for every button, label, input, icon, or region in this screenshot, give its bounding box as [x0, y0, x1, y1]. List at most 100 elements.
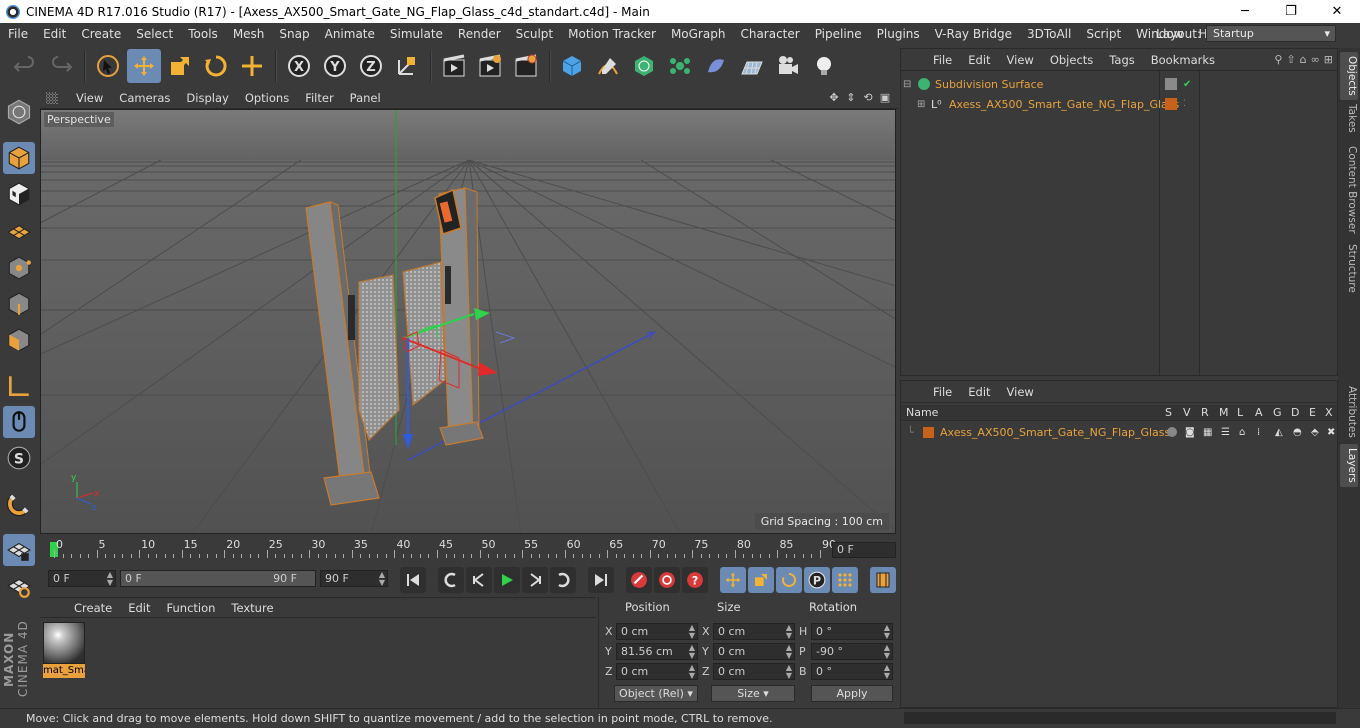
- apply-button[interactable]: Apply: [811, 685, 893, 702]
- coordinate-system-icon[interactable]: [390, 49, 424, 83]
- next-frame-icon[interactable]: [522, 567, 548, 593]
- texture-mode-icon[interactable]: [3, 178, 35, 210]
- frame-ruler[interactable]: 0 5 10 15 20 25 30 35 40 45 50 55 60 65 70 75 80 85 90: [50, 538, 836, 560]
- collapse-icon[interactable]: ⊟: [903, 79, 915, 90]
- material-swatch[interactable]: mat_Sma: [43, 622, 85, 678]
- col-deformers[interactable]: D: [1291, 406, 1299, 419]
- object-row-axess-gate[interactable]: ⊞ L⁰ Axess_AX500_Smart_Gate_NG_Flap_Glas…: [903, 94, 1337, 114]
- menu-sculpt[interactable]: Sculpt: [508, 27, 560, 41]
- menu-tools[interactable]: Tools: [180, 27, 225, 41]
- size-z-field[interactable]: 0 cm ▲ ▼: [713, 663, 795, 680]
- expand-icon[interactable]: ⊞: [917, 99, 929, 110]
- current-frame-readout[interactable]: 0 F: [832, 542, 896, 558]
- menu-3dtoall[interactable]: 3DToAll: [1019, 27, 1078, 41]
- key-position-icon[interactable]: [720, 567, 746, 593]
- rot-p-field[interactable]: -90 ° ▲ ▼: [811, 643, 893, 660]
- pen-spline-icon[interactable]: [591, 49, 625, 83]
- subdivision-surface-icon[interactable]: [627, 49, 661, 83]
- panel-grip-icon[interactable]: [46, 92, 58, 104]
- material-menu-function[interactable]: Function: [159, 601, 224, 615]
- polygons-mode-icon[interactable]: [3, 324, 35, 356]
- col-generators[interactable]: G: [1273, 406, 1282, 419]
- timeline-ruler[interactable]: 0 5 10 15 20 25 30 35 40 45 50 55 60 65 70 75 80 85 90 0 F: [40, 534, 898, 562]
- pos-y-field[interactable]: 81.56 cm ▲ ▼: [616, 643, 698, 660]
- xref-icon[interactable]: ✖: [1327, 427, 1335, 438]
- pos-z-field[interactable]: 0 cm ▲ ▼: [616, 663, 698, 680]
- menu-script[interactable]: Script: [1078, 27, 1128, 41]
- object-menu-bookmarks[interactable]: Bookmarks: [1143, 53, 1223, 67]
- workplane-mode-icon[interactable]: [3, 214, 35, 246]
- render-view-icon[interactable]: [437, 49, 471, 83]
- material-menu-create[interactable]: Create: [66, 601, 120, 615]
- col-manager[interactable]: M: [1219, 406, 1229, 419]
- orbit-icon[interactable]: ⟲: [861, 91, 875, 105]
- points-mode-icon[interactable]: [3, 252, 35, 284]
- make-editable-icon[interactable]: [3, 96, 35, 128]
- cloner-icon[interactable]: [663, 49, 697, 83]
- viewport-menu-options[interactable]: Options: [237, 91, 297, 105]
- manager-list-icon[interactable]: ☰: [1221, 427, 1230, 438]
- col-expressions[interactable]: E: [1309, 406, 1316, 419]
- size-mode-dropdown[interactable]: Size ▾: [711, 685, 795, 702]
- snapping-icon[interactable]: [3, 488, 35, 520]
- previous-key-icon[interactable]: [438, 567, 464, 593]
- tab-takes[interactable]: Takes: [1340, 100, 1358, 137]
- render-settings-icon[interactable]: [509, 49, 543, 83]
- home-icon[interactable]: ⌂: [1300, 53, 1307, 66]
- go-to-start-icon[interactable]: [400, 567, 426, 593]
- edges-mode-icon[interactable]: [3, 288, 35, 320]
- deformer-icon[interactable]: ◓: [1293, 427, 1302, 438]
- coordinate-mode-dropdown[interactable]: Object (Rel) ▾: [614, 685, 698, 702]
- link-icon[interactable]: ∞: [1311, 53, 1320, 66]
- tab-objects[interactable]: Objects: [1340, 52, 1358, 100]
- cube-primitive-icon[interactable]: [555, 49, 589, 83]
- camera-icon[interactable]: [771, 49, 805, 83]
- tab-layers[interactable]: Layers: [1340, 444, 1358, 487]
- layer-menu-edit[interactable]: Edit: [960, 385, 998, 399]
- x-axis-lock-icon[interactable]: X: [282, 49, 316, 83]
- key-scale-icon[interactable]: [748, 567, 774, 593]
- deformer-icon[interactable]: [699, 49, 733, 83]
- visibility-dots-icon[interactable]: ⁚: [1183, 99, 1186, 109]
- render-picture-viewer-icon[interactable]: [473, 49, 507, 83]
- up-arrow-icon[interactable]: ⇧: [1286, 53, 1295, 66]
- tab-structure[interactable]: Structure: [1340, 240, 1358, 297]
- model-mode-icon[interactable]: [3, 142, 35, 174]
- layer-row[interactable]: └ Axess_AX500_Smart_Gate_NG_Flap_Glass ◙…: [903, 422, 1337, 442]
- menu-motion-tracker[interactable]: Motion Tracker: [560, 27, 663, 41]
- layer-swatch-icon[interactable]: [1165, 98, 1177, 110]
- pan-icon[interactable]: ✥: [827, 91, 841, 105]
- object-menu-edit[interactable]: Edit: [960, 53, 998, 67]
- object-menu-objects[interactable]: Objects: [1042, 53, 1101, 67]
- search-icon[interactable]: ⚲: [1274, 53, 1282, 66]
- floor-environment-icon[interactable]: [735, 49, 769, 83]
- object-menu-file[interactable]: File: [925, 53, 960, 67]
- viewport-menu-filter[interactable]: Filter: [297, 91, 341, 105]
- z-axis-lock-icon[interactable]: Z: [354, 49, 388, 83]
- col-visible[interactable]: V: [1183, 406, 1191, 419]
- solo-mode-icon[interactable]: S: [3, 442, 35, 474]
- planar-workplane-icon[interactable]: [3, 570, 35, 602]
- object-row-subdivision[interactable]: ⊟ Subdivision Surface ✔: [903, 74, 1337, 94]
- rotate-tool-icon[interactable]: [199, 49, 233, 83]
- tab-content-browser[interactable]: Content Browser: [1340, 142, 1358, 238]
- go-to-end-icon[interactable]: [588, 567, 614, 593]
- menu-plugins[interactable]: Plugins: [869, 27, 927, 41]
- maximize-viewport-icon[interactable]: ▣: [878, 91, 892, 105]
- material-menu-edit[interactable]: Edit: [120, 601, 158, 615]
- layer-menu-file[interactable]: File: [925, 385, 960, 399]
- workplane-lock-icon[interactable]: [3, 534, 35, 566]
- size-x-field[interactable]: 0 cm ▲ ▼: [713, 623, 795, 640]
- viewport-menu-display[interactable]: Display: [178, 91, 236, 105]
- rot-b-field[interactable]: 0 ° ▲ ▼: [811, 663, 893, 680]
- recent-tool-icon[interactable]: [235, 49, 269, 83]
- solo-toggle-icon[interactable]: [1167, 427, 1177, 437]
- autokeying-icon[interactable]: [654, 567, 680, 593]
- object-menu-tags[interactable]: Tags: [1101, 53, 1142, 67]
- panel-grip-icon[interactable]: [907, 386, 919, 398]
- record-active-objects-icon[interactable]: [626, 567, 652, 593]
- menu-edit[interactable]: Edit: [35, 27, 73, 41]
- panel-grip-icon[interactable]: [907, 54, 919, 66]
- col-solo[interactable]: S: [1165, 406, 1172, 419]
- tweak-mode-icon[interactable]: [3, 406, 35, 438]
